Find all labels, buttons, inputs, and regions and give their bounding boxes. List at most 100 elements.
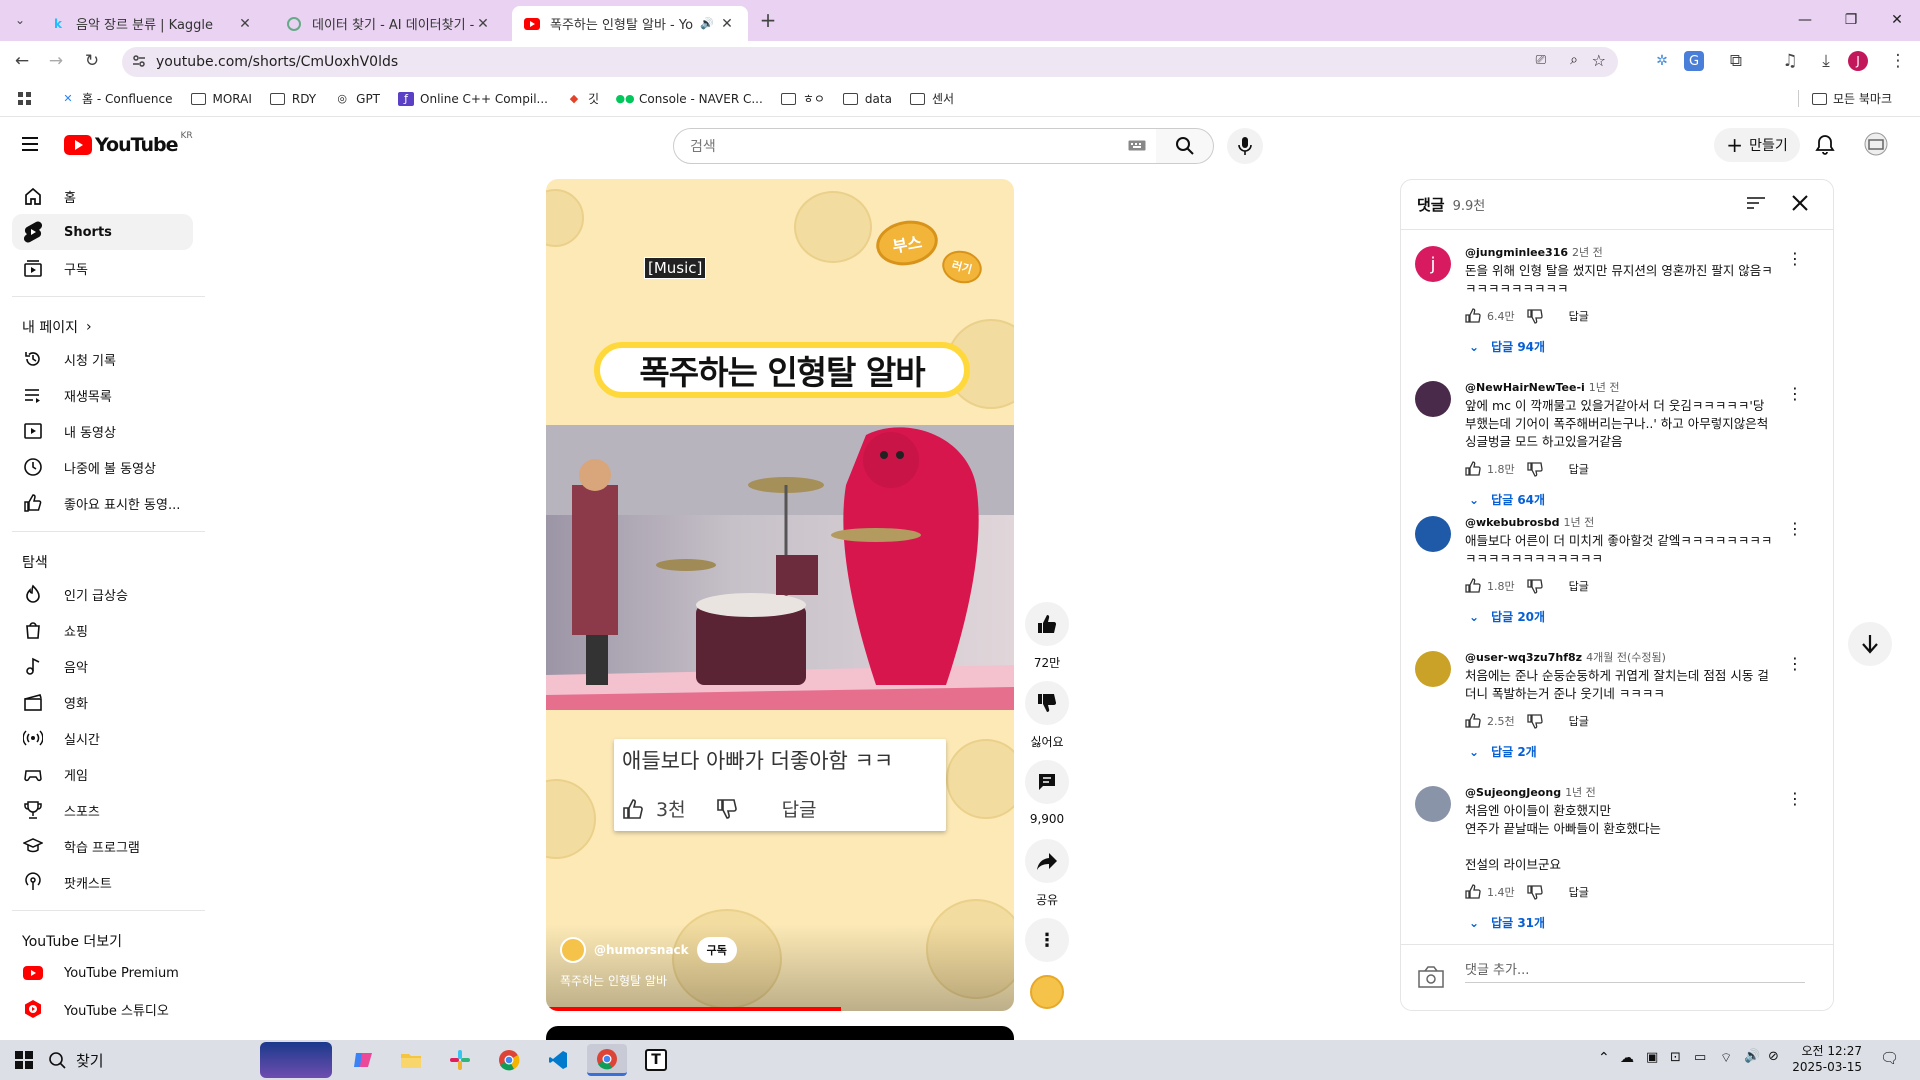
thumbs-down-icon[interactable] xyxy=(1526,884,1543,900)
bookmark-data[interactable]: data xyxy=(843,92,892,106)
profile-avatar[interactable]: J xyxy=(1848,51,1868,71)
tab-aihub[interactable]: 데이터 찾기 - AI 데이터찾기 - ✕ xyxy=(274,6,504,41)
comment-time[interactable]: 2년 전 xyxy=(1572,246,1603,259)
comment-time[interactable]: 1년 전 xyxy=(1564,516,1595,529)
thumbs-up-icon[interactable] xyxy=(1465,461,1481,477)
new-tab-button[interactable]: + xyxy=(754,6,782,34)
download-icon[interactable]: ⤓ xyxy=(1812,47,1840,75)
comment-time[interactable]: 1년 전 xyxy=(1565,786,1596,799)
notification-center-icon[interactable]: 🗨 xyxy=(1880,1049,1899,1067)
volume-icon[interactable]: 🔊 xyxy=(1744,1049,1760,1064)
sidebar-item-sports[interactable]: 스포츠 xyxy=(12,792,193,828)
comment-author[interactable]: @wkebubrosbd xyxy=(1465,516,1560,529)
reply-button[interactable]: 답글 xyxy=(1569,713,1589,729)
install-app-icon[interactable]: ⎚ xyxy=(1536,53,1546,68)
voice-search-button[interactable] xyxy=(1227,128,1263,164)
sidebar-item-movies[interactable]: 영화 xyxy=(12,684,193,720)
youtube-logo[interactable]: YouTube KR xyxy=(64,131,193,156)
tab-kaggle[interactable]: k 음악 장르 분류 | Kaggle ✕ xyxy=(38,6,266,41)
share-button[interactable] xyxy=(1025,839,1069,883)
comment-menu-icon[interactable]: ⋮ xyxy=(1785,383,1805,403)
view-replies-button[interactable]: ⌄ 답글 20개 xyxy=(1469,608,1545,625)
account-avatar-icon[interactable] xyxy=(1864,132,1888,156)
view-replies-button[interactable]: ⌄ 답글 2개 xyxy=(1469,743,1537,760)
thumbs-down-icon[interactable] xyxy=(1526,713,1543,729)
bookmark-cpp[interactable]: ƒ Online C++ Compil... xyxy=(398,91,548,106)
forward-button[interactable]: → xyxy=(42,47,70,75)
minimize-button[interactable]: — xyxy=(1782,0,1828,40)
extensions-puzzle-icon[interactable]: ⧉ xyxy=(1722,47,1750,75)
dislike-action[interactable]: 싫어요 xyxy=(1025,681,1069,750)
comment-author[interactable]: @NewHairNewTee-i xyxy=(1465,381,1585,394)
sidebar-item-liked[interactable]: 좋아요 표시한 동영... xyxy=(12,485,193,521)
video-progress-bar[interactable] xyxy=(546,1007,841,1011)
sidebar-item-shopping[interactable]: 쇼핑 xyxy=(12,612,193,648)
sidebar-item-home[interactable]: 홈 xyxy=(12,178,193,214)
subscribe-button[interactable]: 구독 xyxy=(696,937,737,963)
bookmark-sensor[interactable]: 센서 xyxy=(910,90,954,107)
windows-start-icon[interactable] xyxy=(4,1044,44,1076)
bookmark-hi[interactable]: ㅎㅇ xyxy=(781,90,825,107)
comment-avatar[interactable] xyxy=(1415,651,1451,687)
comment-time[interactable]: 4개월 전(수정됨) xyxy=(1586,651,1666,664)
comment-avatar[interactable] xyxy=(1415,381,1451,417)
sidebar-item-podcasts[interactable]: 팟캐스트 xyxy=(12,864,193,900)
comment-menu-icon[interactable]: ⋮ xyxy=(1785,788,1805,808)
sidebar-item-playlists[interactable]: 재생목록 xyxy=(12,377,193,413)
comment-avatar[interactable] xyxy=(1415,516,1451,552)
sidebar-item-music[interactable]: 음악 xyxy=(12,648,193,684)
vscode-icon[interactable] xyxy=(538,1044,578,1076)
onedrive-icon[interactable]: ☁ xyxy=(1620,1050,1634,1066)
comments-button[interactable] xyxy=(1025,760,1069,804)
extension-icon[interactable]: ✲ xyxy=(1648,47,1676,75)
close-tab-icon[interactable]: ✕ xyxy=(474,16,492,32)
comment-author[interactable]: @user-wq3zu7hf8z xyxy=(1465,651,1582,664)
dnd-icon[interactable]: ⊘ xyxy=(1768,1049,1779,1064)
comment-menu-icon[interactable]: ⋮ xyxy=(1785,653,1805,673)
close-window-button[interactable]: ✕ xyxy=(1874,0,1920,40)
system-clock[interactable]: 오전 12:27 2025-03-15 xyxy=(1792,1043,1862,1075)
bookmark-morai[interactable]: MORAI xyxy=(190,92,252,106)
comments-action[interactable]: 9,900 xyxy=(1025,760,1069,826)
browser-menu-icon[interactable]: ⋮ xyxy=(1884,47,1912,75)
sort-icon[interactable] xyxy=(1747,196,1765,210)
notifications-bell-icon[interactable] xyxy=(1815,134,1835,156)
keyboard-icon[interactable] xyxy=(1128,140,1146,151)
thumbs-down-icon[interactable] xyxy=(1526,308,1543,324)
sidebar-item-live[interactable]: 실시간 xyxy=(12,720,193,756)
reply-button[interactable]: 답글 xyxy=(1569,461,1589,477)
wifi-icon[interactable]: ⌔ xyxy=(1720,1050,1732,1066)
bookmark-star-icon[interactable]: ☆ xyxy=(1592,51,1606,70)
more-action[interactable]: ⋮ xyxy=(1025,918,1069,970)
battery-icon[interactable]: ▭ xyxy=(1694,1050,1706,1065)
comment-avatar[interactable]: j xyxy=(1415,246,1451,282)
bookmark-naver[interactable]: ●● Console - NAVER C... xyxy=(615,92,762,106)
thumbs-up-icon[interactable] xyxy=(1465,578,1481,594)
media-control-icon[interactable]: ♫ xyxy=(1776,47,1804,75)
close-tab-icon[interactable]: ✕ xyxy=(718,16,736,32)
bookmark-confluence[interactable]: ✕ 홈 - Confluence xyxy=(60,90,172,107)
shorts-video-player[interactable]: 부스 러기 [Music] 폭주하는 인형탈 알바 애들보다 아빠가 더좋아함 … xyxy=(546,179,1014,1011)
view-replies-button[interactable]: ⌄ 답글 94개 xyxy=(1469,338,1545,355)
like-action[interactable]: 72만 xyxy=(1025,602,1069,671)
share-action[interactable]: 공유 xyxy=(1025,839,1069,908)
close-tab-icon[interactable]: ✕ xyxy=(236,16,254,32)
chrome-icon[interactable] xyxy=(489,1044,529,1076)
reply-button[interactable]: 답글 xyxy=(1569,578,1589,594)
comment-menu-icon[interactable]: ⋮ xyxy=(1785,248,1805,268)
audio-playing-icon[interactable]: 🔊 xyxy=(700,17,714,30)
hamburger-menu-icon[interactable] xyxy=(20,136,40,152)
sidebar-item-history[interactable]: 시청 기록 xyxy=(12,341,193,377)
bookmark-git[interactable]: ◆ 깃 xyxy=(566,90,599,107)
file-explorer-icon[interactable] xyxy=(391,1044,431,1076)
close-icon[interactable] xyxy=(1791,194,1809,212)
reply-button[interactable]: 답글 xyxy=(1569,884,1589,900)
bookmark-rdy[interactable]: RDY xyxy=(270,92,316,106)
sidebar-item-learning[interactable]: 학습 프로그램 xyxy=(12,828,193,864)
search-button[interactable] xyxy=(1156,128,1214,164)
reload-button[interactable]: ↻ xyxy=(78,47,106,75)
restore-button[interactable]: ❐ xyxy=(1828,0,1874,40)
chrome-profile-icon[interactable] xyxy=(587,1044,627,1076)
tab-youtube[interactable]: 폭주하는 인형탈 알바 - Yo 🔊 ✕ xyxy=(512,6,748,41)
sidebar-item-my-videos[interactable]: 내 동영상 xyxy=(12,413,193,449)
